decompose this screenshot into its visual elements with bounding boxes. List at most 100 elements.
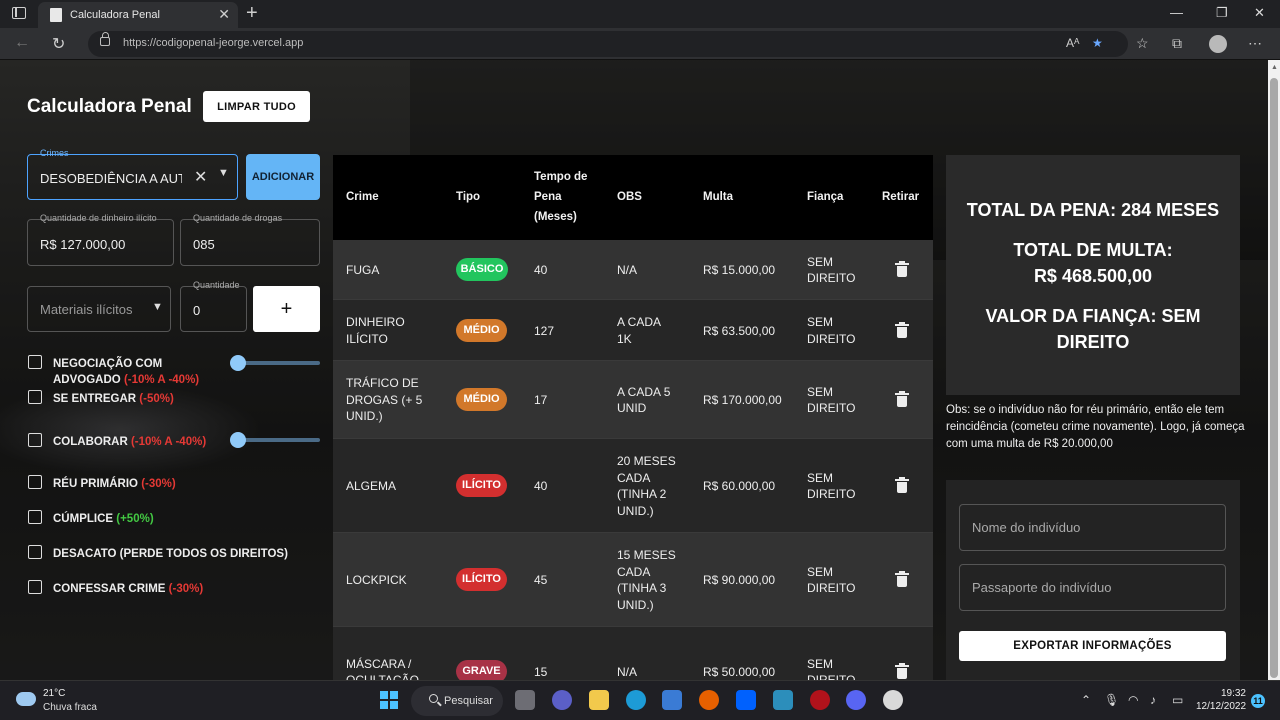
header-crime: Crime — [346, 191, 379, 203]
cell-tempo: 17 — [534, 393, 548, 407]
file-explorer-icon[interactable] — [589, 690, 609, 710]
add-crime-button[interactable]: ADICIONAR — [246, 154, 320, 200]
tab-title: Calculadora Penal — [70, 9, 160, 21]
total-multa-value: R$ 468.500,00 — [1033, 266, 1153, 286]
header-retirar: Retirar — [882, 191, 920, 203]
clock-time: 19:32 — [1220, 688, 1246, 699]
checkbox[interactable] — [28, 475, 42, 489]
collections-icon[interactable]: ⧉ — [1172, 35, 1182, 52]
weather-cloud-icon[interactable] — [16, 692, 36, 706]
store-icon[interactable] — [662, 690, 682, 710]
page-scrollbar[interactable]: ▲ — [1268, 60, 1280, 680]
negociacao-slider[interactable] — [230, 355, 320, 371]
notification-badge[interactable]: 11 — [1251, 694, 1265, 708]
scrollbar-thumb[interactable] — [1270, 78, 1278, 678]
weather-description: Chuva fraca — [43, 702, 97, 713]
microphone-icon[interactable]: 🎙 — [1104, 693, 1119, 707]
read-aloud-icon[interactable]: Aᴬ — [1066, 36, 1079, 50]
discord-icon[interactable] — [846, 690, 866, 710]
close-window-icon[interactable]: ✕ — [1254, 5, 1265, 21]
delete-row-icon[interactable] — [895, 663, 909, 679]
crime-type-badge: ILÍCITO — [456, 568, 507, 591]
back-icon[interactable]: ← — [14, 34, 30, 52]
table-row: FUGA BÁSICO 40 N/A R$ 15.000,00 SEM DIREITO — [333, 240, 933, 300]
minimize-icon[interactable]: — — [1170, 5, 1183, 20]
battery-icon[interactable]: ▭ — [1172, 693, 1183, 707]
drugs-quantity-value: 085 — [193, 237, 215, 252]
add-material-button[interactable]: + — [253, 286, 320, 332]
chevron-down-icon[interactable]: ▼ — [218, 167, 229, 179]
new-tab-icon[interactable]: + — [246, 2, 258, 25]
crime-type-badge: GRAVE — [456, 660, 507, 680]
crimes-select[interactable]: Crimes DESOBEDIÊNCIA A AUTORIDADE ✕ ▼ — [27, 148, 238, 200]
refresh-icon[interactable]: ↻ — [52, 34, 65, 54]
favorite-star-icon[interactable]: ★ — [1092, 36, 1103, 50]
checkbox[interactable] — [28, 580, 42, 594]
materials-quantity-field[interactable]: Quantidade 0 — [180, 280, 247, 332]
table-header: Crime Tipo Tempo de Pena (Meses) OBS Multa… — [333, 155, 933, 240]
illicit-materials-placeholder: Materiais ilícitos — [40, 302, 133, 317]
slider-handle[interactable] — [230, 432, 246, 448]
crimes-label: Crimes — [40, 148, 69, 158]
tab-actions-icon[interactable] — [12, 7, 26, 19]
export-button[interactable]: EXPORTAR INFORMAÇÕES — [959, 631, 1226, 661]
more-options-icon[interactable]: ⋯ — [1248, 35, 1262, 52]
cell-obs: A CADA 1K — [617, 315, 662, 346]
clear-all-button[interactable]: LIMPAR TUDO — [203, 91, 310, 122]
clock-date: 12/12/2022 — [1196, 701, 1247, 712]
start-icon[interactable] — [380, 691, 398, 709]
app-icon[interactable] — [773, 690, 793, 710]
header-fianca: Fiança — [807, 191, 844, 203]
url-text: https://codigopenal-jeorge.vercel.app — [123, 37, 304, 49]
illicit-money-field[interactable]: Quantidade de dinheiro ilícito R$ 127.00… — [27, 213, 174, 266]
maximize-icon[interactable]: ❐ — [1216, 5, 1228, 21]
delete-row-icon[interactable] — [895, 261, 909, 277]
browser-tab[interactable]: Calculadora Penal ✕ — [38, 2, 238, 28]
option-label: DESACATO (PERDE TODOS OS DIREITOS) — [53, 548, 288, 560]
drugs-quantity-field[interactable]: Quantidade de drogas 085 — [180, 213, 320, 266]
wifi-icon[interactable]: ◠ — [1128, 693, 1138, 707]
profile-avatar[interactable] — [1209, 35, 1227, 53]
slider-handle[interactable] — [230, 355, 246, 371]
volume-icon[interactable]: ♪ — [1150, 693, 1156, 707]
cell-fianca: SEM DIREITO — [807, 315, 856, 346]
colaborar-slider[interactable] — [230, 432, 320, 448]
system-clock[interactable]: 19:32 12/12/2022 — [1196, 687, 1246, 713]
scroll-up-icon[interactable]: ▲ — [1271, 64, 1278, 71]
teams-chat-icon[interactable] — [552, 690, 572, 710]
cell-obs: 15 MESES CADA (TINHA 3 UNID.) — [617, 548, 676, 612]
option-label: RÉU PRIMÁRIO (-30%) — [53, 478, 176, 490]
lock-icon[interactable] — [100, 32, 110, 46]
cell-fianca: SEM DIREITO — [807, 470, 856, 502]
checkbox[interactable] — [28, 390, 42, 404]
edge-browser-icon[interactable] — [626, 690, 646, 710]
delete-row-icon[interactable] — [895, 571, 909, 587]
cell-multa: R$ 90.000,00 — [703, 573, 776, 587]
taskbar-search[interactable]: Pesquisar — [411, 686, 503, 716]
cell-tempo: 40 — [534, 479, 548, 493]
task-view-icon[interactable] — [515, 690, 535, 710]
cell-multa: R$ 60.000,00 — [703, 479, 776, 493]
dropbox-icon[interactable] — [736, 690, 756, 710]
close-tab-icon[interactable]: ✕ — [218, 6, 230, 23]
delete-row-icon[interactable] — [895, 391, 909, 407]
checkbox[interactable] — [28, 510, 42, 524]
favorites-icon[interactable]: ☆ — [1136, 35, 1149, 52]
individual-passport-input[interactable] — [959, 564, 1226, 611]
delete-row-icon[interactable] — [895, 321, 909, 338]
chevron-down-icon[interactable]: ▼ — [152, 301, 163, 313]
individual-name-input[interactable] — [959, 504, 1226, 551]
chrome-icon[interactable] — [883, 690, 903, 710]
checkbox[interactable] — [28, 433, 42, 447]
app-red-icon[interactable] — [810, 690, 830, 710]
checkbox[interactable] — [28, 355, 42, 369]
delete-row-icon[interactable] — [895, 477, 909, 493]
cell-multa: R$ 170.000,00 — [703, 393, 782, 407]
checkbox[interactable] — [28, 545, 42, 559]
option-label: NEGOCIAÇÃO COM ADVOGADO (-10% A -40%) — [53, 358, 200, 386]
url-field[interactable]: https://codigopenal-jeorge.vercel.app Aᴬ… — [88, 31, 1128, 57]
firefox-icon[interactable] — [699, 690, 719, 710]
illicit-materials-select[interactable]: Materiais ilícitos ▼ — [27, 286, 171, 332]
clear-selection-icon[interactable]: ✕ — [194, 167, 207, 187]
tray-expand-icon[interactable]: ⌃ — [1081, 693, 1091, 707]
